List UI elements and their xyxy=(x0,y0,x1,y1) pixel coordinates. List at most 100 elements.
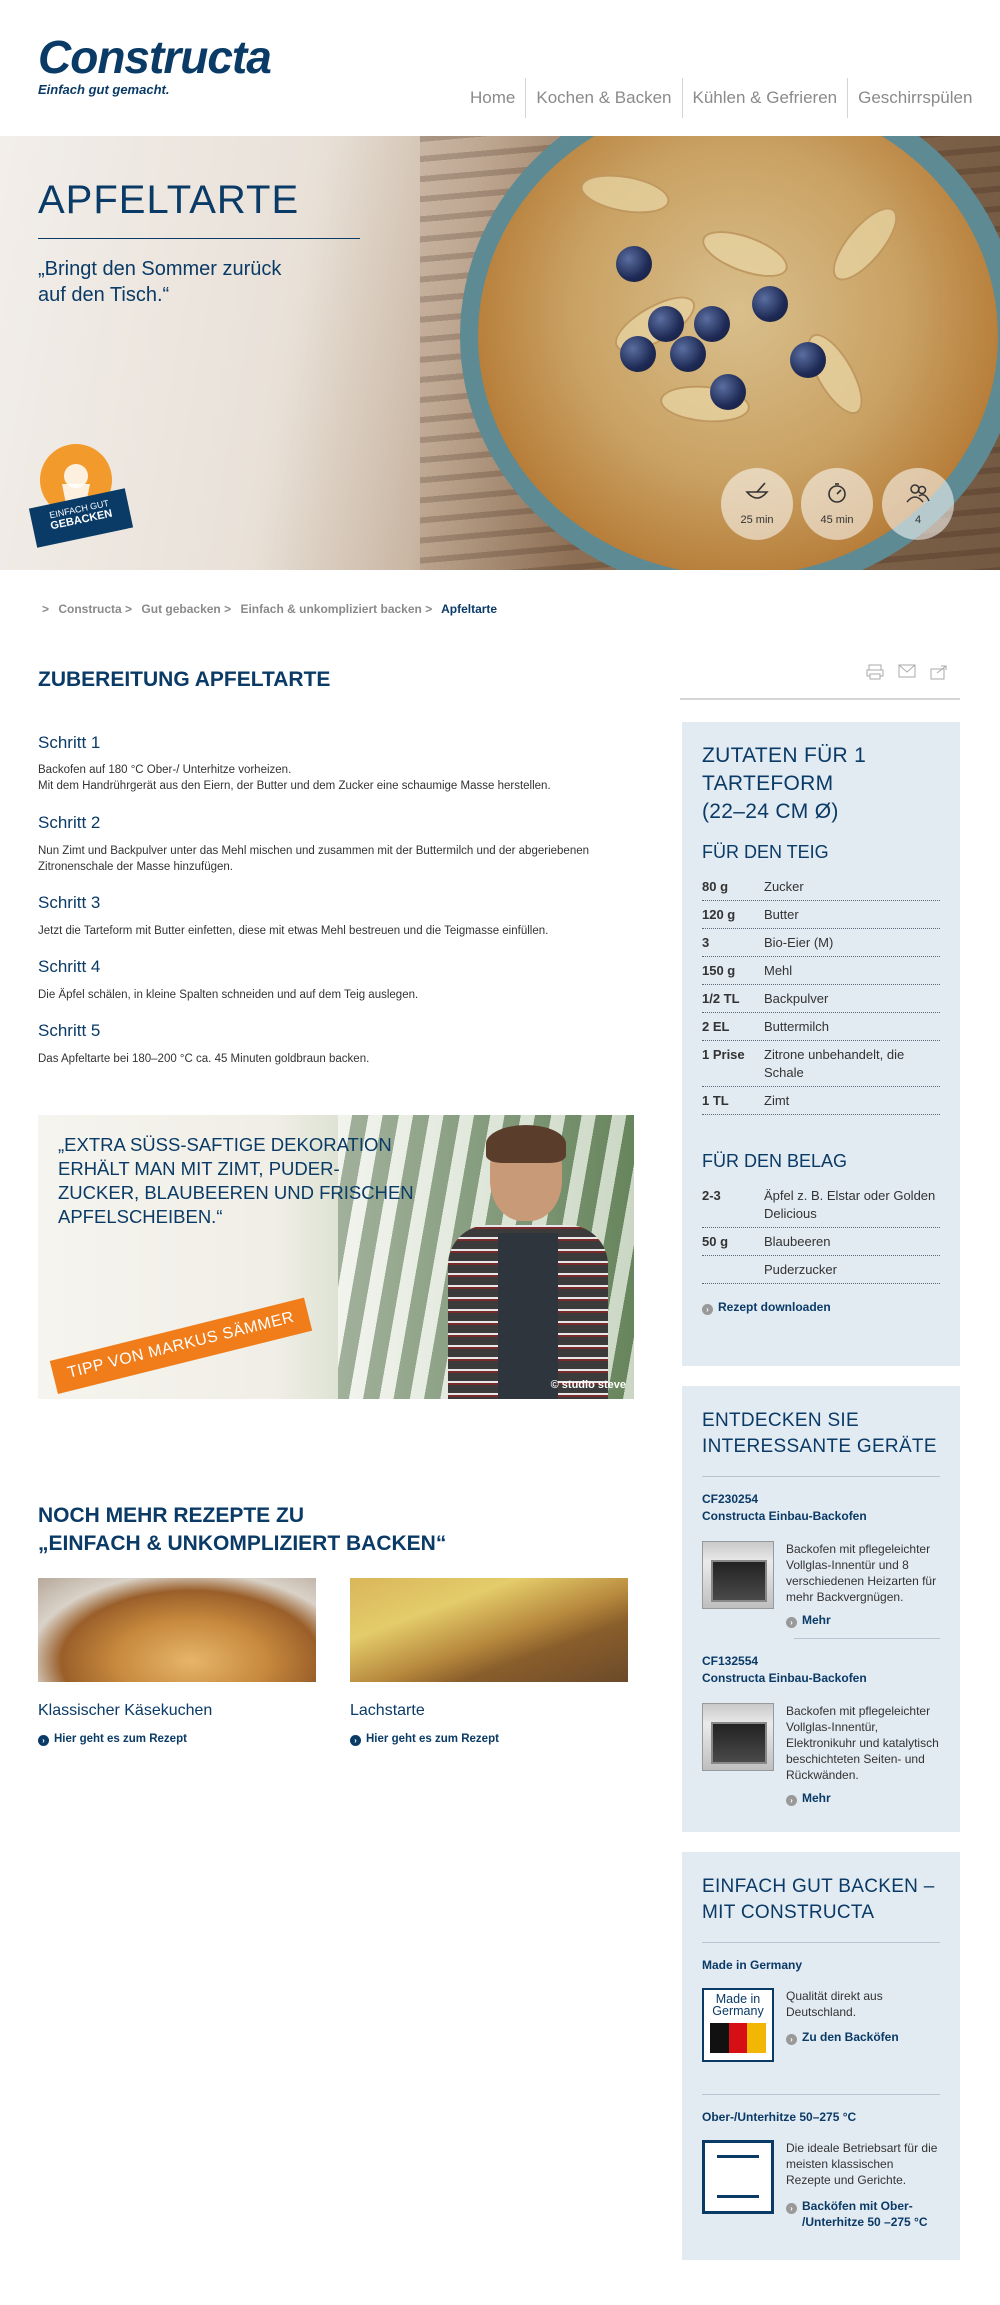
ingredient-row: 3 Bio-Eier (M) xyxy=(702,929,940,957)
device-item: CF230254 Constructa Einbau-Backofen Back… xyxy=(702,1491,940,1628)
nav-geschirrspuelen[interactable]: Geschirrspülen xyxy=(847,78,982,118)
ingredient-name: Blaubeeren xyxy=(764,1234,831,1249)
device-more-link[interactable]: › Mehr xyxy=(786,1613,936,1628)
tip-quote-line: „EXTRA SÜSS-SAFTIGE DEKORATION xyxy=(58,1134,392,1155)
step-text: Backofen auf 180 °C Ober-/ Unterhitze vo… xyxy=(38,762,551,794)
mig-logo-text: Made in xyxy=(715,1992,761,2006)
flag-stripe-gold xyxy=(747,2023,767,2053)
ovens-link[interactable]: › Zu den Backöfen xyxy=(786,2030,899,2045)
recipe-title: APFELTARTE xyxy=(38,178,300,222)
recipe-image-lachstarte[interactable] xyxy=(350,1578,628,1682)
recipe-title[interactable]: Lachstarte xyxy=(350,1702,425,1720)
more-recipes-heading: NOCH MEHR REZEPTE ZU „EINFACH & UNKOMPLI… xyxy=(38,1502,638,1558)
servings-badge: 4 xyxy=(882,468,954,540)
baking-title-line: EINFACH GUT BACKEN – xyxy=(702,1876,935,1897)
step-text-line: Backofen auf 180 °C Ober-/ Unterhitze vo… xyxy=(38,764,292,776)
tip-quote-line: ZUCKER, BLAUBEEREN UND FRISCHEN xyxy=(58,1182,414,1203)
ingredient-qty: 2-3 xyxy=(702,1188,721,1203)
ingredient-name: Bio-Eier (M) xyxy=(764,935,834,950)
breadcrumb-gut-gebacken[interactable]: Gut gebacken xyxy=(141,602,220,616)
ingredient-qty: 1 TL xyxy=(702,1093,729,1108)
ingredient-row: 120 g Butter xyxy=(702,901,940,929)
heat-mode-title: Ober-/Unterhitze 50–275 °C xyxy=(702,2110,857,2124)
bake-time-badge: 45 min xyxy=(801,468,873,540)
nav-kochen-backen[interactable]: Kochen & Backen xyxy=(525,78,681,118)
topping-title: FÜR DEN BELAG xyxy=(702,1151,848,1171)
blueberry xyxy=(694,306,730,342)
recipe-image-kaesekuchen[interactable] xyxy=(38,1578,316,1682)
more-recipes-heading-line: NOCH MEHR REZEPTE ZU xyxy=(38,1504,305,1527)
ingredient-name: Zucker xyxy=(764,879,804,894)
nav-kuehlen-gefrieren[interactable]: Kühlen & Gefrieren xyxy=(681,78,848,118)
device-text-line: beschichteten Seiten- und xyxy=(786,1752,925,1766)
divider xyxy=(702,2094,940,2095)
oven-image[interactable] xyxy=(702,1703,774,1771)
step-title: Schritt 5 xyxy=(38,1021,101,1040)
nav-home[interactable]: Home xyxy=(460,78,525,118)
constructa-logo[interactable]: Constructa xyxy=(38,30,272,84)
divider xyxy=(794,1638,940,1639)
heat-text-line: Rezepte und Gerichte. xyxy=(786,2173,907,2187)
blueberry xyxy=(648,306,684,342)
hero-quote-line: auf den Tisch.“ xyxy=(38,284,170,306)
print-icon[interactable] xyxy=(866,664,884,683)
device-item: CF132554 Constructa Einbau-Backofen Back… xyxy=(702,1653,940,1806)
oven-image[interactable] xyxy=(702,1541,774,1609)
device-model[interactable]: CF230254 xyxy=(702,1491,940,1508)
ingredient-name: Äpfel z. B. Elstar oder Golden Delicious xyxy=(764,1188,936,1221)
arrow-right-icon: › xyxy=(786,2034,797,2045)
ingredient-name: Zimt xyxy=(764,1093,790,1108)
recipe-link[interactable]: › Hier geht es zum Rezept xyxy=(38,1733,187,1746)
recipe-link[interactable]: › Hier geht es zum Rezept xyxy=(350,1733,499,1746)
mail-icon[interactable] xyxy=(898,664,916,683)
german-flag-icon xyxy=(710,2023,767,2053)
share-icon[interactable] xyxy=(930,664,948,683)
tip-quote-line: ERHÄLT MAN MIT ZIMT, PUDER- xyxy=(58,1158,340,1179)
arrow-right-icon: › xyxy=(786,1617,797,1628)
recipe-title[interactable]: Klassischer Käsekuchen xyxy=(38,1702,212,1720)
arrow-right-icon: › xyxy=(702,1304,713,1315)
devices-title-line: ENTDECKEN SIE xyxy=(702,1410,859,1431)
download-recipe-link[interactable]: › Rezept downloaden xyxy=(702,1300,940,1315)
device-name[interactable]: Constructa Einbau-Backofen xyxy=(702,1670,940,1687)
made-in-germany-logo: Made in Germany xyxy=(702,1988,774,2062)
recipe-link-label: Hier geht es zum Rezept xyxy=(54,1733,187,1745)
oven-window xyxy=(711,1560,767,1602)
hero-quote: „Bringt den Sommer zurück auf den Tisch.… xyxy=(38,256,368,308)
ingredient-name: Puderzucker xyxy=(764,1262,837,1277)
ingredient-qty: 150 g xyxy=(702,963,736,978)
device-more-link[interactable]: › Mehr xyxy=(786,1791,939,1806)
logo-tagline: Einfach gut gemacht. xyxy=(38,82,170,97)
arrow-right-icon: › xyxy=(38,1735,49,1746)
ingredients-box: ZUTATEN FÜR 1 TARTEFORM (22–24 CM Ø) FÜR… xyxy=(682,722,960,1366)
blueberry xyxy=(752,286,788,322)
heat-ovens-link[interactable]: › Backöfen mit Ober- /Unterhitze 50 –275 … xyxy=(786,2198,937,2230)
breadcrumb-einfach-backen[interactable]: Einfach & unkompliziert backen xyxy=(240,602,421,616)
ingredient-qty: 120 g xyxy=(702,907,736,922)
made-in-germany-title: Made in Germany xyxy=(702,1958,803,1972)
ingredient-qty: 50 g xyxy=(702,1234,729,1249)
mig-description: Qualität direkt aus Deutschland. › Zu den… xyxy=(786,1988,899,2062)
prep-time-badge: 25 min xyxy=(721,468,793,540)
breadcrumb-current: Apfeltarte xyxy=(441,602,498,616)
breadcrumb-constructa[interactable]: Constructa xyxy=(58,602,121,616)
ingredient-row: 50 g Blaubeeren xyxy=(702,1228,940,1256)
dough-title: FÜR DEN TEIG xyxy=(702,842,829,862)
device-model[interactable]: CF132554 xyxy=(702,1653,940,1670)
prep-time-value: 25 min xyxy=(740,514,774,526)
ingredient-row: 80 g Zucker xyxy=(702,873,940,901)
devices-title: ENTDECKEN SIE INTERESSANTE GERÄTE xyxy=(702,1408,940,1460)
heat-description: Die ideale Betriebsart für die meisten k… xyxy=(786,2140,937,2230)
device-text-line: Backofen mit pflegeleichter xyxy=(786,1704,931,1718)
divider xyxy=(702,1942,940,1943)
tip-quote-line: APFELSCHEIBEN.“ xyxy=(58,1206,223,1227)
device-description: Backofen mit pflegeleichter Vollglas-Inn… xyxy=(786,1703,939,1806)
device-name[interactable]: Constructa Einbau-Backofen xyxy=(702,1508,940,1525)
breadcrumb-separator: > xyxy=(42,602,50,616)
whisk-bowl-icon xyxy=(721,482,793,508)
step-title: Schritt 4 xyxy=(38,957,101,976)
hero-quote-line: „Bringt den Sommer zurück xyxy=(38,258,282,280)
servings-value: 4 xyxy=(914,514,922,526)
mig-text-line: Qualität direkt aus xyxy=(786,1989,883,2003)
divider xyxy=(702,1476,940,1477)
